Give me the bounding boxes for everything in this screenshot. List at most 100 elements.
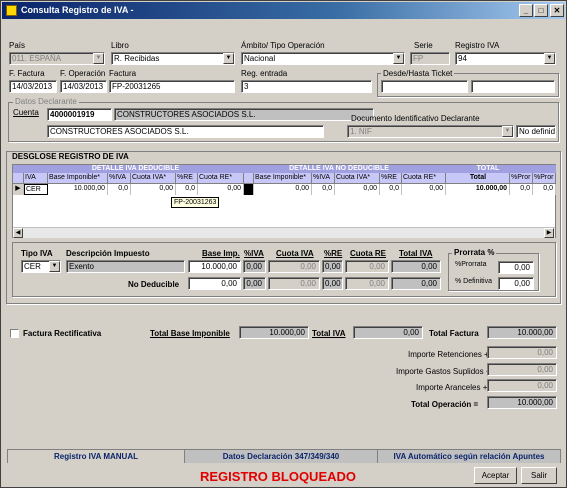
desc-field: Exento [66,260,185,273]
close-button[interactable]: ✕ [550,4,564,17]
total-operacion-label: Total Operación = [411,400,479,409]
prorrata-field[interactable]: 0,00 [498,261,534,274]
scroll-left-icon[interactable]: ◀ [13,228,23,238]
gastos-label: Importe Gastos Suplidos + [396,367,491,376]
definitiva-field[interactable]: 0,00 [498,277,534,290]
registro-select[interactable]: 94 ▼ [455,52,556,65]
nd-piva-field: 0,00 [243,277,266,290]
col-header[interactable]: Cuota IVA* [335,173,380,184]
regentrada-label: Reg. entrada [241,69,288,78]
ded-cuota-field[interactable]: 0,00 [268,260,320,273]
chevron-down-icon[interactable]: ▼ [544,53,555,64]
salir-button[interactable]: Salir [521,467,557,484]
ffactura-label: F. Factura [9,69,45,78]
desde-ticket-field[interactable] [381,80,468,93]
col-header-spacer [244,173,254,184]
retenciones-field[interactable]: 0,00 [487,346,557,359]
definitiva-label: % Definitiva [455,278,492,285]
desglose-table[interactable]: DETALLE IVA DEDUCIBLE DETALLE IVA NO DED… [12,164,556,238]
maximize-button[interactable]: □ [534,4,548,17]
desglose-title: DESGLOSE REGISTRO DE IVA [10,152,131,161]
aranceles-label: Importe Aranceles + [416,383,488,392]
aranceles-field[interactable]: 0,00 [487,379,557,392]
libro-label: Libro [111,41,129,50]
table-cell[interactable]: 0,0 [176,184,198,195]
pais-label: País [9,41,26,50]
app-icon [6,5,17,16]
table-cell[interactable]: 0,00 [198,184,244,195]
factura-label: Factura [109,69,137,78]
cuenta-label[interactable]: Cuenta [13,108,39,117]
gastos-field[interactable]: 0,00 [487,363,557,376]
minimize-button[interactable]: _ [519,4,533,17]
table-cell[interactable]: 10.000,00 [48,184,108,195]
chevron-down-icon[interactable]: ▼ [49,261,60,272]
doc-value-field[interactable]: No definido [516,125,556,138]
pais-select[interactable]: 011. ESPAÑA ▼ [9,52,105,65]
ded-cuotare-field[interactable]: 0,00 [345,260,389,273]
chevron-down-icon[interactable]: ▼ [223,53,234,64]
ded-base-field[interactable]: 10.000,00 [188,260,241,273]
serie-field[interactable]: FP [410,52,450,65]
scroll-right-icon[interactable]: ▶ [544,228,554,238]
doc-type-select[interactable]: 1. NIF ▼ [347,125,514,138]
table-cell[interactable]: 10.000,00 [446,184,510,195]
nd-cuota-field[interactable]: 0,00 [268,277,320,290]
tab-registro-manual[interactable]: Registro IVA MANUAL [7,449,184,463]
tab-iva-automatico[interactable]: IVA Automático según relación Apuntes [377,449,561,463]
table-cell[interactable]: 0,0 [510,184,533,195]
col-header[interactable]: %RE [380,173,402,184]
col-header[interactable]: %Pror [510,173,533,184]
nd-base-field[interactable]: 0,00 [188,277,241,290]
table-separator [244,184,254,195]
window: Consulta Registro de IVA - _ □ ✕ País 01… [0,0,567,488]
desdehasta-label: Desde/Hasta Ticket [381,69,455,78]
col-header[interactable]: Total [446,173,510,184]
col-header[interactable]: Base Imponible* [254,173,312,184]
factura-field[interactable]: FP-20031265 [109,80,235,93]
group-deducible: DETALLE IVA DEDUCIBLE [13,165,258,173]
table-cell[interactable]: 0,00 [254,184,312,195]
total-factura-label: Total Factura [429,329,479,338]
doc-label: Documento Identificativo Declarante [351,114,480,123]
col-header[interactable]: Cuota IVA* [131,173,176,184]
rectificativa-checkbox[interactable] [10,329,19,338]
table-cell[interactable]: 0,0 [533,184,556,195]
table-cell[interactable]: 0,00 [402,184,446,195]
total-iva-label: Total IVA [399,249,433,258]
col-header[interactable]: %IVA [108,173,131,184]
ambito-select[interactable]: Nacional ▼ [241,52,405,65]
group-nodeducible: DETALLE IVA NO DEDUCIBLE [258,165,420,173]
table-cell[interactable]: 0,0 [108,184,131,195]
col-header[interactable]: %IVA [312,173,335,184]
declarante-name-field[interactable]: CONSTRUCTORES ASOCIADOS S.L. [47,125,324,138]
chevron-down-icon[interactable]: ▼ [393,53,404,64]
ffactura-field[interactable]: 14/03/2013 [9,80,57,93]
table-cell[interactable]: 0,00 [335,184,380,195]
tab-datos-declaracion[interactable]: Datos Declaración 347/349/340 [184,449,377,463]
tipo-iva-select[interactable]: CER ▼ [21,260,61,273]
col-header[interactable]: %RE [176,173,198,184]
regentrada-field[interactable]: 3 [241,80,372,93]
col-header[interactable]: Cuota RE* [402,173,446,184]
hasta-ticket-field[interactable] [471,80,555,93]
row-indicator-header [13,173,24,184]
col-header[interactable]: %Pror [533,173,556,184]
chevron-down-icon[interactable]: ▼ [93,53,104,64]
table-cell[interactable]: 0,0 [312,184,335,195]
horizontal-scrollbar[interactable]: ◀ ▶ [13,227,555,238]
serie-label: Serie [414,41,433,50]
table-cell[interactable]: 0,0 [380,184,402,195]
table-cell[interactable]: 0,00 [131,184,176,195]
col-header[interactable]: Cuota RE* [198,173,244,184]
tooltip: FP-20031263 [171,197,220,208]
libro-select[interactable]: R. Recibidas ▼ [111,52,235,65]
aceptar-button[interactable]: Aceptar [474,467,517,484]
foperacion-field[interactable]: 14/03/2013 [60,80,107,93]
table-cell[interactable]: CER [24,184,48,195]
col-header[interactable]: Base Imponible* [48,173,108,184]
nd-cuotare-field[interactable]: 0,00 [345,277,389,290]
cuenta-field[interactable]: 4000001919 [47,108,112,121]
chevron-down-icon[interactable]: ▼ [502,126,513,137]
col-header[interactable]: IVA [24,173,48,184]
